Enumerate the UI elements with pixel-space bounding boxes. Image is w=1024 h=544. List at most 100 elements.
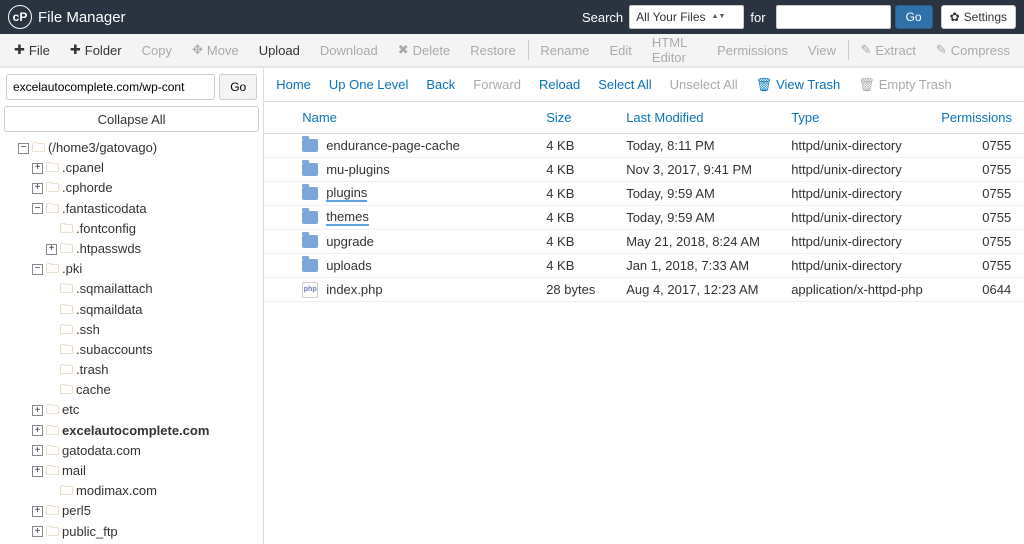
file-table: Name Size Last Modified Type Permissions… bbox=[264, 102, 1024, 302]
upload-button[interactable]: Upload bbox=[249, 33, 310, 67]
expander-icon[interactable]: + bbox=[32, 425, 43, 436]
file-date: Jan 1, 2018, 7:33 AM bbox=[626, 258, 791, 273]
view-button: View bbox=[798, 33, 846, 67]
expander-icon[interactable]: − bbox=[18, 143, 29, 154]
folder-icon: 🗀 bbox=[46, 523, 59, 541]
forward-link: Forward bbox=[473, 77, 521, 92]
tree-item[interactable]: +🗀mail bbox=[4, 461, 259, 481]
copy-button: Copy bbox=[132, 33, 182, 67]
compress-icon: ✎ bbox=[936, 42, 947, 58]
file-size: 4 KB bbox=[546, 186, 626, 201]
file-permissions: 0755 bbox=[941, 258, 1011, 273]
expander-icon[interactable]: + bbox=[32, 183, 43, 194]
tree-item[interactable]: +🗀perl5 bbox=[4, 501, 259, 521]
tree-item[interactable]: +🗀.cphorde bbox=[4, 178, 259, 198]
reload-link[interactable]: Reload bbox=[539, 77, 580, 92]
tree-item[interactable]: +🗀.htpasswds bbox=[4, 239, 259, 259]
tree-item[interactable]: +🗀.sqmailattach bbox=[4, 279, 259, 299]
expander-icon[interactable]: − bbox=[32, 203, 43, 214]
tree-item[interactable]: −🗀.pki bbox=[4, 259, 259, 279]
expander-icon[interactable]: + bbox=[46, 244, 57, 255]
view-trash-link[interactable]: 🗑View Trash bbox=[756, 77, 841, 93]
tree-item[interactable]: +🗀.fontconfig bbox=[4, 219, 259, 239]
col-date-header[interactable]: Last Modified bbox=[626, 110, 791, 125]
table-row[interactable]: endurance-page-cache4 KBToday, 8:11 PMht… bbox=[264, 134, 1024, 158]
col-type-header[interactable]: Type bbox=[791, 110, 941, 125]
tree-item[interactable]: +🗀.cpanel bbox=[4, 158, 259, 178]
collapse-all-button[interactable]: Collapse All bbox=[4, 106, 259, 132]
file-button[interactable]: ✚File bbox=[4, 33, 60, 67]
folder-icon: 🗀 bbox=[60, 301, 73, 319]
tree-item-label: .htpasswds bbox=[76, 240, 141, 258]
expander-icon[interactable]: + bbox=[32, 466, 43, 477]
expander-icon[interactable]: + bbox=[32, 506, 43, 517]
tree-item[interactable]: +🗀etc bbox=[4, 400, 259, 420]
col-perm-header[interactable]: Permissions bbox=[941, 110, 1012, 125]
table-row[interactable]: phpindex.php28 bytesAug 4, 2017, 12:23 A… bbox=[264, 278, 1024, 302]
tree-item-label: .ssh bbox=[76, 321, 100, 339]
permissions-label: Permissions bbox=[717, 43, 788, 58]
rename-label: Rename bbox=[540, 43, 589, 58]
path-input[interactable] bbox=[6, 74, 215, 100]
expander-icon[interactable]: − bbox=[32, 264, 43, 275]
download-label: Download bbox=[320, 43, 378, 58]
expander-icon[interactable]: + bbox=[32, 445, 43, 456]
back-link[interactable]: Back bbox=[426, 77, 455, 92]
tree-item[interactable]: +🗀.ssh bbox=[4, 320, 259, 340]
tree-item[interactable]: +🗀.trash bbox=[4, 360, 259, 380]
file-type: httpd/unix-directory bbox=[791, 210, 941, 225]
tree-root-label: (/home3/gatovago) bbox=[48, 139, 157, 157]
search-go-button[interactable]: Go bbox=[895, 5, 933, 29]
tree-item[interactable]: +🗀excelautocomplete.com bbox=[4, 421, 259, 441]
select-all-link[interactable]: Select All bbox=[598, 77, 651, 92]
table-row[interactable]: plugins4 KBToday, 9:59 AMhttpd/unix-dire… bbox=[264, 182, 1024, 206]
up-one-level-link[interactable]: Up One Level bbox=[329, 77, 409, 92]
col-name-header[interactable]: Name bbox=[302, 110, 337, 125]
tree-item[interactable]: +🗀public_ftp bbox=[4, 522, 259, 542]
empty-trash-link: 🗑Empty Trash bbox=[858, 77, 951, 93]
file-permissions: 0755 bbox=[941, 138, 1011, 153]
file-size: 4 KB bbox=[546, 210, 626, 225]
expander-icon[interactable]: + bbox=[32, 163, 43, 174]
home-link[interactable]: Home bbox=[276, 77, 311, 92]
delete-icon: ✖ bbox=[398, 42, 409, 58]
edit-button: Edit bbox=[600, 33, 642, 67]
gear-icon: ✿ bbox=[950, 10, 960, 24]
table-row[interactable]: upgrade4 KBMay 21, 2018, 8:24 AMhttpd/un… bbox=[264, 230, 1024, 254]
file-permissions: 0755 bbox=[941, 210, 1011, 225]
file-permissions: 0755 bbox=[941, 234, 1011, 249]
expander-icon[interactable]: + bbox=[32, 405, 43, 416]
toolbar: ✚File ✚Folder Copy ✥Move Upload Download… bbox=[0, 34, 1024, 68]
view-trash-label: View Trash bbox=[776, 77, 840, 92]
tree-item[interactable]: +🗀.sqmaildata bbox=[4, 300, 259, 320]
file-date: Aug 4, 2017, 12:23 AM bbox=[626, 282, 791, 297]
table-row[interactable]: uploads4 KBJan 1, 2018, 7:33 AMhttpd/uni… bbox=[264, 254, 1024, 278]
php-file-icon: php bbox=[302, 282, 318, 298]
move-icon: ✥ bbox=[192, 42, 203, 58]
tree-root[interactable]: − 🗀 (/home3/gatovago) bbox=[4, 138, 259, 158]
view-label: View bbox=[808, 43, 836, 58]
expander-icon[interactable]: + bbox=[32, 526, 43, 537]
tree-item[interactable]: +🗀gatodata.com bbox=[4, 441, 259, 461]
tree-item[interactable]: +🗀cache bbox=[4, 380, 259, 400]
search-scope-select[interactable]: All Your Files ▲▼ bbox=[629, 5, 744, 29]
tree-item[interactable]: +🗀modimax.com bbox=[4, 481, 259, 501]
tree-item-label: .fantasticodata bbox=[62, 200, 147, 218]
settings-button[interactable]: ✿ Settings bbox=[941, 5, 1016, 29]
file-permissions: 0755 bbox=[941, 162, 1011, 177]
file-size: 28 bytes bbox=[546, 282, 626, 297]
table-row[interactable]: mu-plugins4 KBNov 3, 2017, 9:41 PMhttpd/… bbox=[264, 158, 1024, 182]
tree-item[interactable]: +🗀.subaccounts bbox=[4, 340, 259, 360]
path-go-button[interactable]: Go bbox=[219, 74, 257, 100]
tree-item-label: cache bbox=[76, 381, 111, 399]
folder-button[interactable]: ✚Folder bbox=[60, 33, 132, 67]
for-label: for bbox=[750, 10, 765, 25]
file-name: plugins bbox=[326, 185, 367, 202]
file-date: Nov 3, 2017, 9:41 PM bbox=[626, 162, 791, 177]
tree-item[interactable]: −🗀.fantasticodata bbox=[4, 199, 259, 219]
search-input[interactable] bbox=[776, 5, 891, 29]
tree-item-label: .subaccounts bbox=[76, 341, 153, 359]
file-type: httpd/unix-directory bbox=[791, 258, 941, 273]
col-size-header[interactable]: Size bbox=[546, 110, 626, 125]
table-row[interactable]: themes4 KBToday, 9:59 AMhttpd/unix-direc… bbox=[264, 206, 1024, 230]
